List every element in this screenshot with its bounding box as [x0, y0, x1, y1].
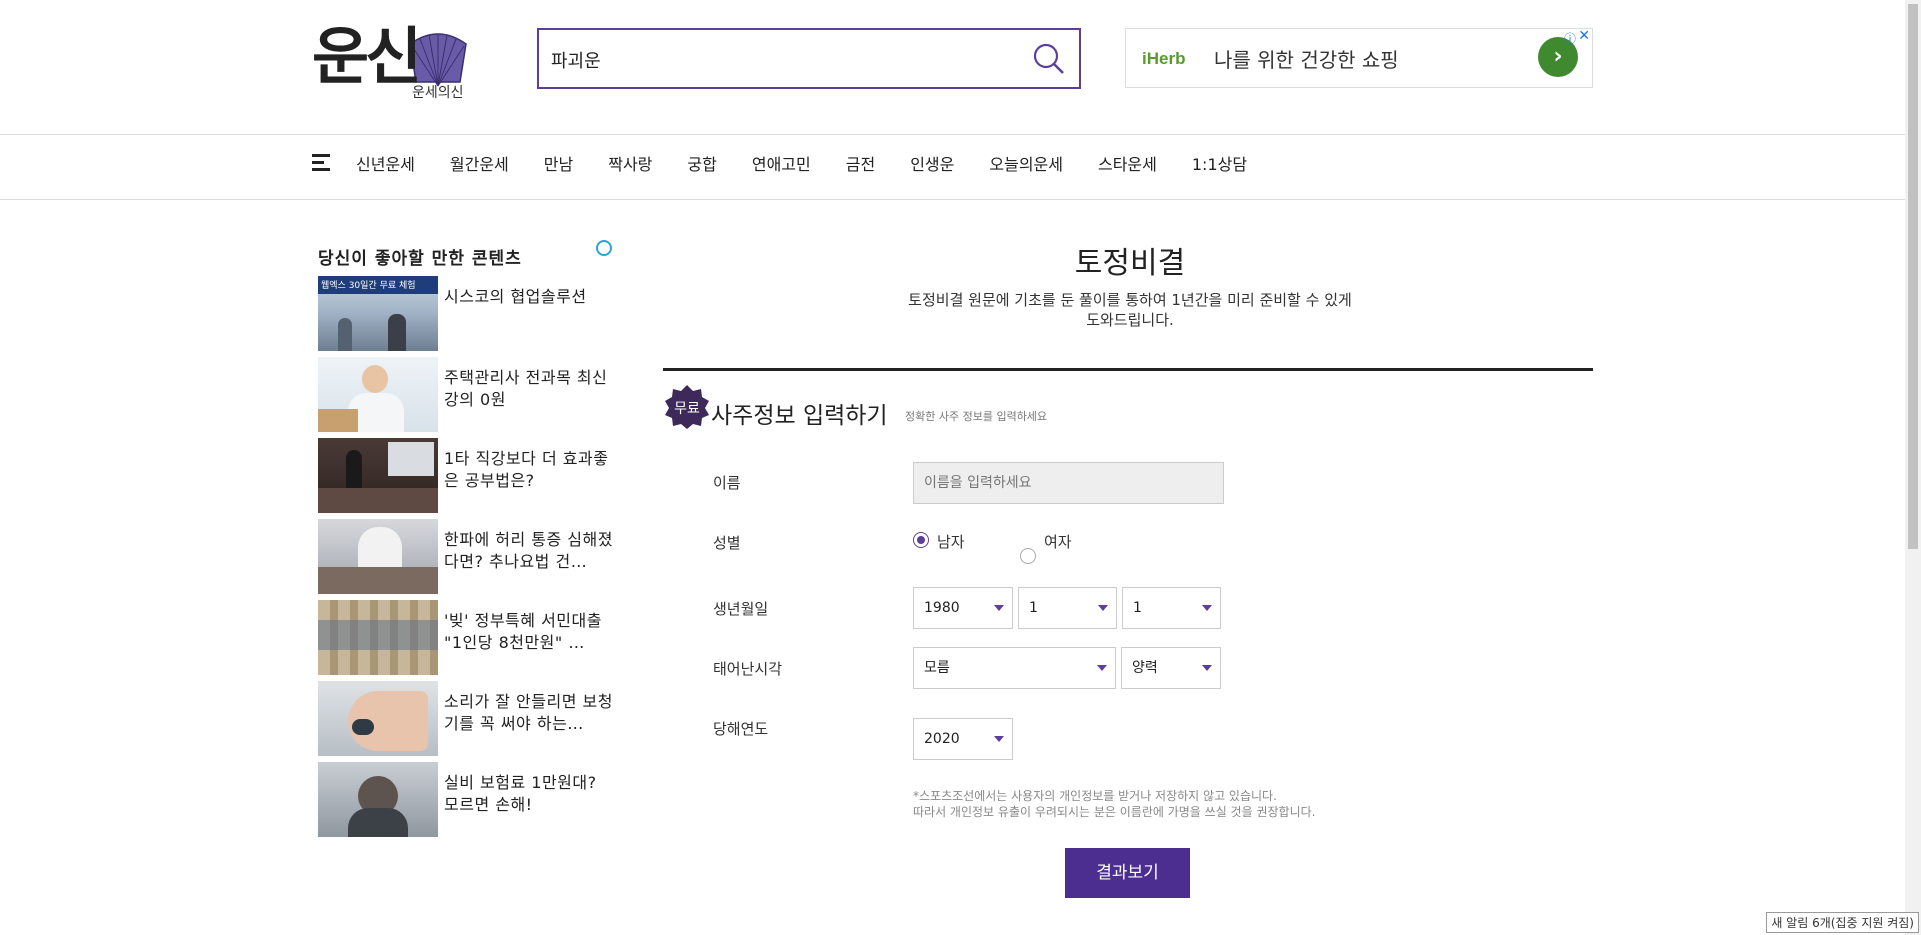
- description-line: 도와드립니다.: [1086, 311, 1174, 329]
- ad-info-icon[interactable]: ⓘ: [1564, 30, 1576, 47]
- banner-ad[interactable]: iHerb 나를 위한 건강한 쇼핑 › ⓘ ✕: [1125, 28, 1593, 88]
- birth-time-value: 모름: [924, 660, 950, 676]
- birth-month-value: 1: [1029, 600, 1038, 616]
- chevron-down-icon: [994, 736, 1004, 742]
- free-badge: 무료: [664, 384, 710, 430]
- nav-item[interactable]: 1:1상담: [1192, 151, 1247, 175]
- thumbnail: [318, 762, 438, 837]
- birthtime-label: 태어난시각: [713, 660, 783, 678]
- birth-day-value: 1: [1133, 600, 1142, 616]
- chevron-down-icon: [1098, 605, 1108, 611]
- notice-line: 따라서 개인정보 유출이 우려되시는 분은 이름란에 가명을 쓰실 것을 권장합…: [913, 805, 1316, 819]
- nav-item[interactable]: 짝사랑: [608, 151, 652, 175]
- nav-item[interactable]: 스타운세: [1098, 151, 1157, 175]
- birth-year-select[interactable]: 1980: [913, 587, 1013, 629]
- list-item-text: 실비 보험료 1만원대? 모르면 손해!: [444, 773, 597, 814]
- logo-subtitle: 운세의신: [412, 85, 464, 101]
- search-icon: [1033, 43, 1064, 74]
- thumbnail: [318, 600, 438, 675]
- chevron-down-icon: [1202, 665, 1212, 671]
- thumbnail: [318, 357, 438, 432]
- ad-brand: iHerb: [1142, 49, 1186, 68]
- result-button[interactable]: 결과보기: [1065, 848, 1190, 898]
- list-item-text: 시스코의 협업솔루션: [444, 287, 587, 306]
- main-nav: 신년운세 월간운세 만남 짝사랑 궁합 연애고민 금전 인생운 오늘의운세 스타…: [312, 148, 1282, 178]
- list-item-text: 주택관리사 전과목 최신강의 0원: [444, 368, 608, 409]
- thumbnail: [318, 438, 438, 513]
- badge-label: 무료: [674, 401, 700, 417]
- gender-female-radio[interactable]: [1020, 548, 1036, 564]
- nav-item[interactable]: 인생운: [910, 151, 954, 175]
- list-item[interactable]: '빚' 정부특혜 서민대출 "1인당 8천만원" …: [318, 600, 618, 681]
- thumbnail-caption: 웹엑스 30일간 무료 체험: [321, 281, 416, 291]
- page-description: 토정비결 원문에 기초를 둔 풀이를 통하여 1년간을 미리 준비할 수 있게 …: [870, 290, 1390, 330]
- scrollbar[interactable]: [1905, 0, 1921, 935]
- header-divider: [0, 134, 1905, 135]
- thumbnail: [318, 519, 438, 594]
- recommended-list: 웹엑스 30일간 무료 체험 시스코의 협업솔루션 주택관리사 전과목 최신강의…: [318, 276, 618, 843]
- target-year-select[interactable]: 2020: [913, 718, 1013, 760]
- birth-month-select[interactable]: 1: [1018, 587, 1117, 629]
- list-item[interactable]: 한파에 허리 통증 심해졌다면? 추나요법 건…: [318, 519, 618, 600]
- chevron-down-icon: [1202, 605, 1212, 611]
- list-item-text: 1타 직강보다 더 효과좋은 공부법은?: [444, 449, 609, 490]
- section-note: 정확한 사주 정보를 입력하세요: [905, 410, 1048, 423]
- calendar-type-select[interactable]: 양력: [1121, 647, 1221, 689]
- list-item[interactable]: 주택관리사 전과목 최신강의 0원: [318, 357, 618, 438]
- birth-year-value: 1980: [924, 600, 960, 616]
- privacy-notice: *스포츠조선에서는 사용자의 개인정보를 받거나 저장하지 않고 있습니다. 따…: [913, 788, 1315, 820]
- gender-male-radio[interactable]: [913, 532, 929, 548]
- nav-item[interactable]: 금전: [846, 151, 875, 175]
- nav-divider: [0, 199, 1905, 200]
- section-divider: [663, 368, 1593, 371]
- scrollbar-thumb[interactable]: [1908, 4, 1918, 549]
- site-logo[interactable]: 운신 운세의신: [312, 22, 482, 108]
- thumbnail: 웹엑스 30일간 무료 체험: [318, 276, 438, 351]
- hamburger-menu-icon[interactable]: [312, 154, 332, 172]
- list-item[interactable]: 실비 보험료 1만원대? 모르면 손해!: [318, 762, 618, 843]
- list-item[interactable]: 1타 직강보다 더 효과좋은 공부법은?: [318, 438, 618, 519]
- list-item[interactable]: 소리가 잘 안들리면 보청기를 꼭 써야 하는…: [318, 681, 618, 762]
- nav-item[interactable]: 궁합: [687, 151, 716, 175]
- nav-item[interactable]: 신년운세: [356, 151, 415, 175]
- list-item-text: 소리가 잘 안들리면 보청기를 꼭 써야 하는…: [444, 692, 613, 733]
- gender-label: 성별: [713, 534, 741, 552]
- gender-male-label[interactable]: 남자: [937, 531, 965, 552]
- recommended-title: 당신이 좋아할 만한 콘텐츠: [318, 249, 522, 269]
- chevron-down-icon: [1097, 665, 1107, 671]
- adchoices-icon[interactable]: [596, 240, 612, 256]
- thumbnail: [318, 681, 438, 756]
- page-title: 토정비결: [1074, 246, 1186, 281]
- birth-day-select[interactable]: 1: [1122, 587, 1221, 629]
- notice-line: *스포츠조선에서는 사용자의 개인정보를 받거나 저장하지 않고 있습니다.: [913, 789, 1277, 803]
- calendar-type-value: 양력: [1132, 660, 1158, 676]
- notification-status[interactable]: 새 알림 6개(집중 지원 켜짐): [1766, 912, 1919, 933]
- nav-item[interactable]: 연애고민: [752, 151, 811, 175]
- search-button[interactable]: [1029, 40, 1069, 80]
- list-item-text: '빚' 정부특혜 서민대출 "1인당 8천만원" …: [444, 611, 602, 652]
- nav-item[interactable]: 만남: [544, 151, 573, 175]
- target-year-label: 당해연도: [713, 720, 769, 738]
- description-line: 토정비결 원문에 기초를 둔 풀이를 통하여 1년간을 미리 준비할 수 있게: [908, 291, 1352, 309]
- nav-item[interactable]: 월간운세: [450, 151, 509, 175]
- chevron-down-icon: [994, 605, 1004, 611]
- search-input[interactable]: [549, 44, 1013, 76]
- gender-female-label[interactable]: 여자: [1044, 531, 1072, 552]
- ad-text: 나를 위한 건강한 쇼핑: [1214, 48, 1399, 72]
- nav-item[interactable]: 오늘의운세: [989, 151, 1063, 175]
- target-year-value: 2020: [924, 731, 960, 747]
- birthdate-label: 생년월일: [713, 600, 769, 618]
- section-title: 사주정보 입력하기: [711, 403, 888, 429]
- logo-text: 운신: [312, 20, 422, 93]
- name-field[interactable]: [913, 462, 1224, 504]
- search-bar: [537, 28, 1081, 89]
- list-item[interactable]: 웹엑스 30일간 무료 체험 시스코의 협업솔루션: [318, 276, 618, 357]
- ad-close-icon[interactable]: ✕: [1578, 28, 1590, 44]
- name-label: 이름: [713, 474, 741, 492]
- birth-time-select[interactable]: 모름: [913, 647, 1116, 689]
- list-item-text: 한파에 허리 통증 심해졌다면? 추나요법 건…: [444, 530, 613, 571]
